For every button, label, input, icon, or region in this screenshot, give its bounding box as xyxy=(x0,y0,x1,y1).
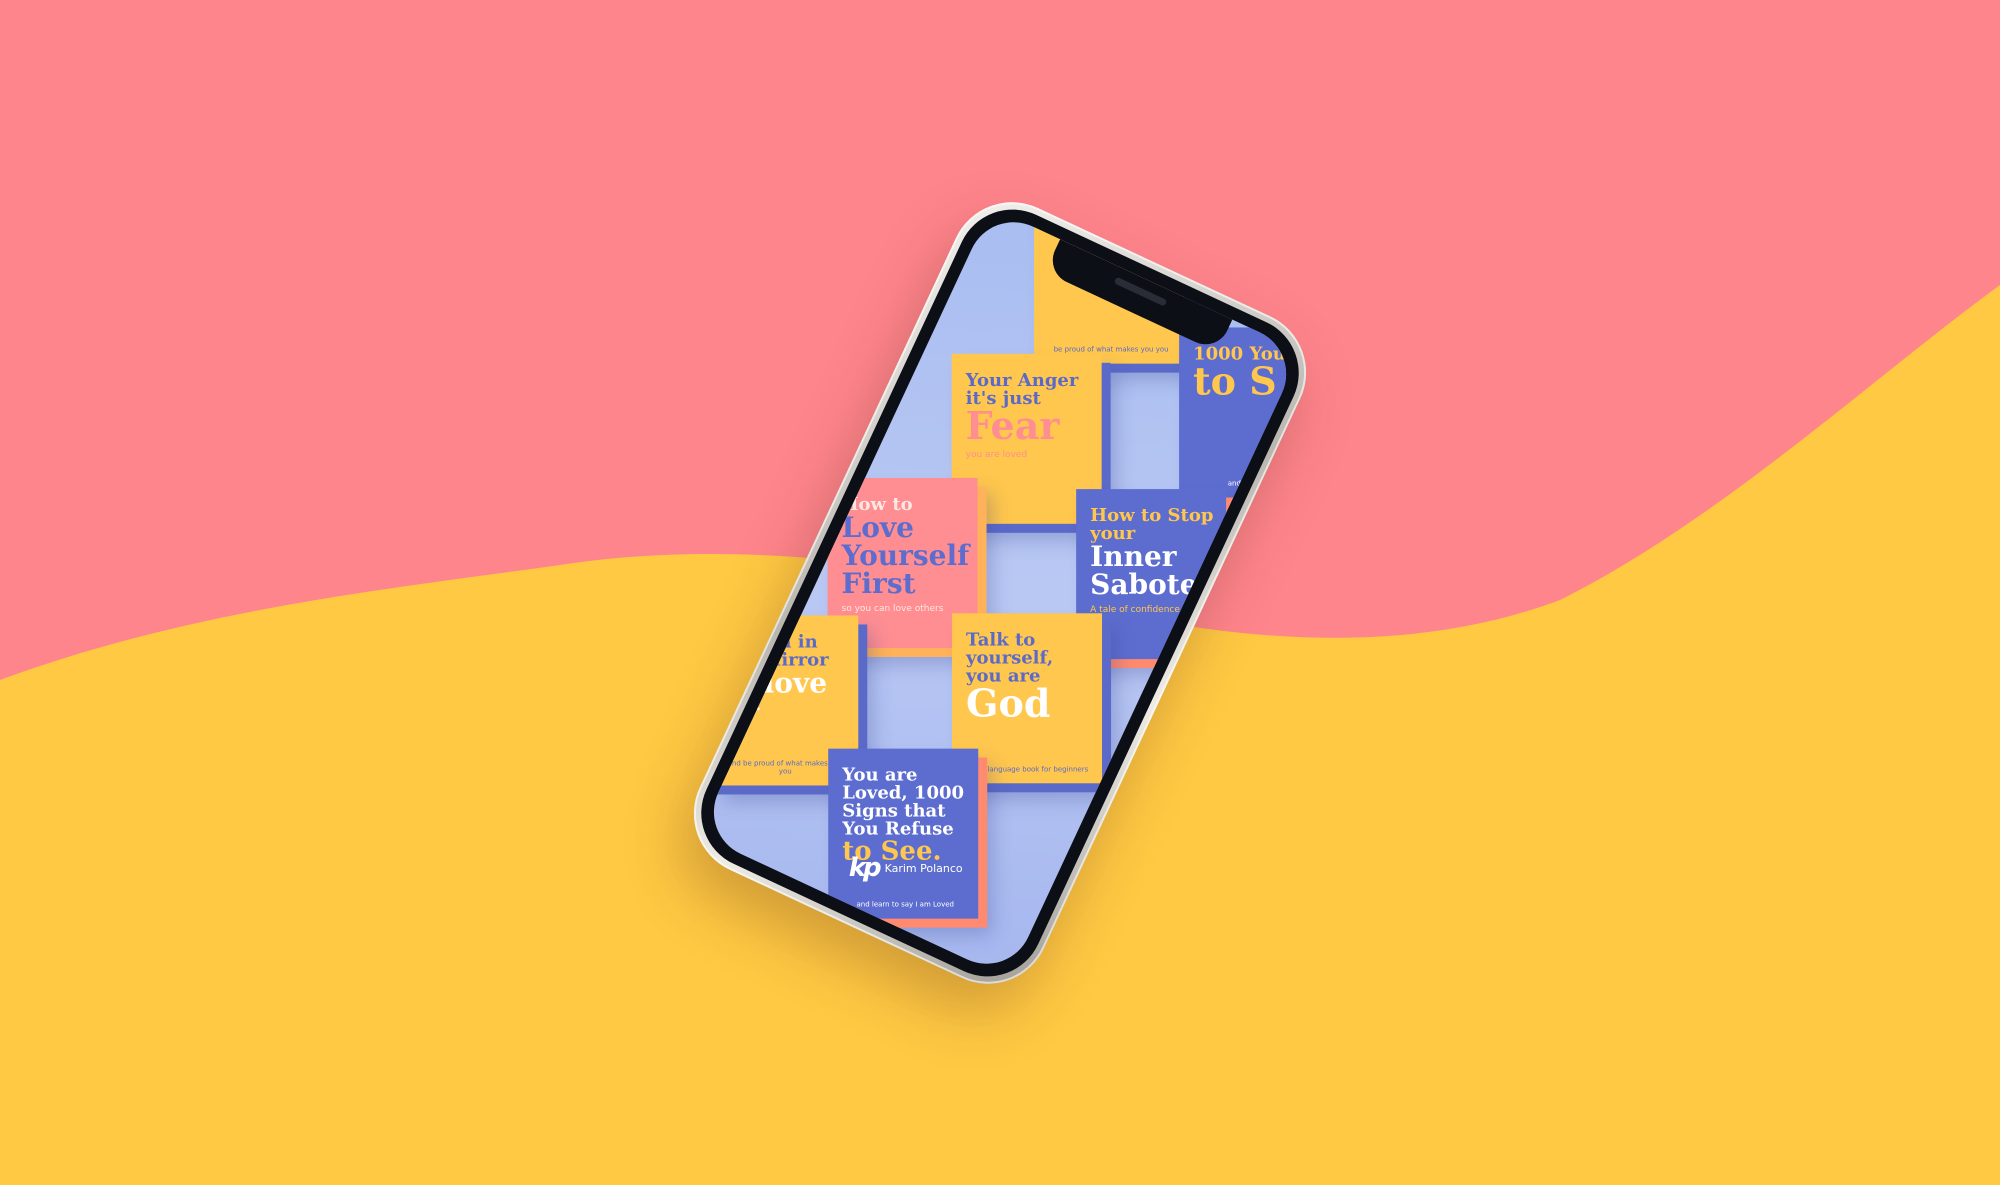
logo-mark: kp xyxy=(848,852,879,883)
book-title-line2: God xyxy=(966,680,1051,726)
book-footer: and learn to say I am Loved xyxy=(856,900,954,909)
book-title-line1: Talk to yourself, you are xyxy=(966,629,1054,687)
brand-logo: kp Karim Polanco xyxy=(849,853,963,883)
book-title-line1: How to Stop your xyxy=(1090,505,1214,545)
logo-name: Karim Polanco xyxy=(884,861,963,875)
speaker-grille xyxy=(1113,276,1168,307)
book-subtitle: A tale of confidence xyxy=(1090,605,1180,616)
book-title-line2: Fear xyxy=(965,402,1060,448)
book-footer: Kind language book for beginners xyxy=(969,765,1089,774)
book-title-line2: Love Yourself First xyxy=(841,511,970,601)
book-footer: be proud of what makes you you xyxy=(1053,345,1169,354)
book-title-line2: Inner Saboteur xyxy=(1090,540,1233,602)
book-title-line1: You are Loved, 1000 Signs that You Refus… xyxy=(842,764,965,840)
book-cover-you-are-loved: You are Loved, 1000 Signs that You Refus… xyxy=(828,748,979,919)
book-subtitle: you are loved xyxy=(965,449,1028,460)
book-title-line2: to S xyxy=(1193,358,1277,404)
book-subtitle: so you can love others xyxy=(841,604,944,615)
